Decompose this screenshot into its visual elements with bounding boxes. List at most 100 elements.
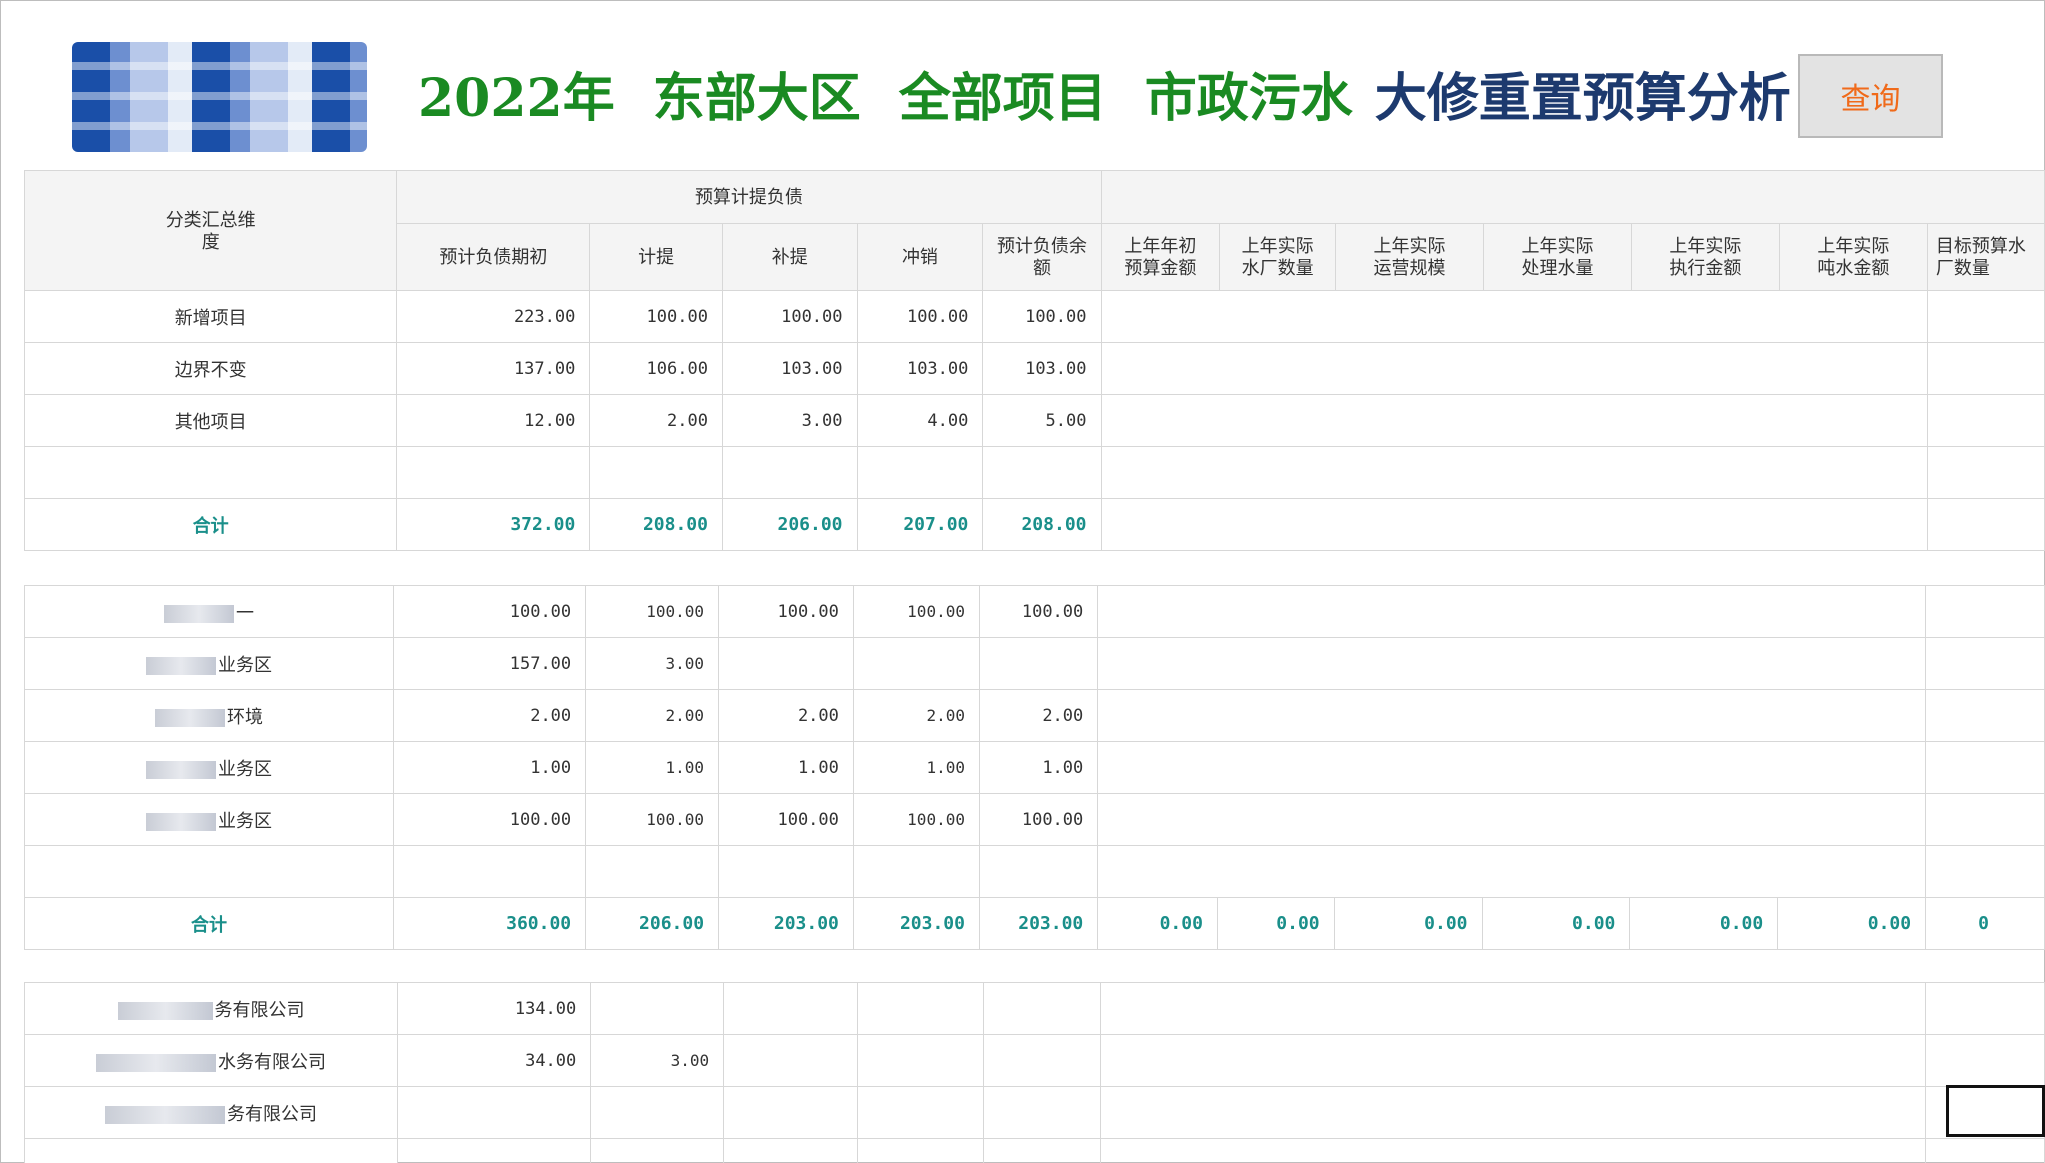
- cell-writeoff[interactable]: 103.00: [856, 342, 984, 395]
- table-row[interactable]: 水务有限公司 34.00 3.00: [24, 1034, 2045, 1087]
- total-writeoff[interactable]: 203.00: [852, 897, 980, 950]
- cell-writeoff[interactable]: [852, 637, 980, 690]
- cell-empty[interactable]: [718, 845, 854, 898]
- cell-empty[interactable]: [392, 845, 587, 898]
- cell-accrual[interactable]: 106.00: [589, 342, 723, 395]
- total-opening[interactable]: 372.00: [396, 498, 591, 551]
- cell-supplement[interactable]: 3.00: [721, 394, 858, 447]
- cell-opening[interactable]: 34.00: [397, 1034, 592, 1087]
- total-extra-2[interactable]: 0.00: [1216, 897, 1335, 950]
- table-row[interactable]: 环境 2.00 2.00 2.00 2.00 2.00: [24, 689, 2045, 742]
- cell-extra[interactable]: [1925, 1034, 2045, 1087]
- cell-supplement[interactable]: 100.00: [721, 290, 858, 343]
- cell-empty[interactable]: [857, 1138, 984, 1163]
- cell-empty[interactable]: [397, 1138, 592, 1163]
- cell-opening[interactable]: [397, 1086, 592, 1139]
- cell-opening[interactable]: 157.00: [392, 637, 587, 690]
- row-label[interactable]: [24, 446, 398, 499]
- cell-extra[interactable]: [1926, 446, 2045, 499]
- cell-balance[interactable]: 103.00: [982, 342, 1102, 395]
- cell-writeoff[interactable]: 100.00: [856, 290, 984, 343]
- cell-accrual[interactable]: [590, 982, 725, 1035]
- table-row-total[interactable]: 合计 360.00 206.00 203.00 203.00 203.00 0.…: [24, 897, 2045, 950]
- cell-extra[interactable]: [1925, 689, 2045, 742]
- table-row-total[interactable]: 合计 372.00 208.00 206.00 207.00 208.00: [24, 498, 2045, 551]
- total-accrual[interactable]: 208.00: [589, 498, 723, 551]
- cell-extra[interactable]: [1097, 637, 1927, 690]
- cell-balance[interactable]: 100.00: [978, 585, 1099, 638]
- total-extra-3[interactable]: 0.00: [1333, 897, 1483, 950]
- total-extra-1[interactable]: 0.00: [1097, 897, 1218, 950]
- total-balance[interactable]: 203.00: [978, 897, 1099, 950]
- cell-supplement[interactable]: [718, 637, 854, 690]
- table-row-empty[interactable]: [24, 446, 2045, 499]
- cell-balance[interactable]: [982, 982, 1102, 1035]
- cell-empty[interactable]: [585, 845, 720, 898]
- cell-supplement[interactable]: 103.00: [721, 342, 858, 395]
- cell-extra[interactable]: [1097, 689, 1927, 742]
- cell-extra[interactable]: [1926, 290, 2045, 343]
- cell-extra[interactable]: [1926, 498, 2045, 551]
- cell-empty[interactable]: [852, 845, 980, 898]
- cell-balance[interactable]: [978, 637, 1099, 690]
- cell-supplement[interactable]: 100.00: [718, 793, 854, 846]
- table-row[interactable]: 其他项目 12.00 2.00 3.00 4.00 5.00: [24, 394, 2045, 447]
- cell-writeoff[interactable]: 2.00: [852, 689, 980, 742]
- cell-supplement[interactable]: 2.00: [718, 689, 854, 742]
- row-label[interactable]: [24, 845, 394, 898]
- cell-supplement[interactable]: 100.00: [718, 585, 854, 638]
- cell-opening[interactable]: 100.00: [392, 585, 587, 638]
- cell-empty[interactable]: [589, 446, 723, 499]
- total-opening[interactable]: 360.00: [392, 897, 587, 950]
- cell-extra[interactable]: [1100, 290, 1928, 343]
- total-supplement[interactable]: 203.00: [718, 897, 854, 950]
- cell-supplement[interactable]: [723, 1086, 859, 1139]
- cell-empty[interactable]: [856, 446, 984, 499]
- cell-extra[interactable]: [1925, 637, 2045, 690]
- cell-opening[interactable]: 100.00: [392, 793, 587, 846]
- table-row[interactable]: 边界不变 137.00 106.00 103.00 103.00 103.00: [24, 342, 2045, 395]
- cell-extra[interactable]: [1925, 741, 2045, 794]
- cell-supplement[interactable]: 1.00: [718, 741, 854, 794]
- cell-extra[interactable]: [1926, 394, 2045, 447]
- query-button[interactable]: 查询: [1798, 54, 1943, 138]
- cell-extra[interactable]: [1100, 342, 1928, 395]
- cell-accrual[interactable]: 100.00: [585, 793, 720, 846]
- total-extra-6[interactable]: 0.00: [1777, 897, 1927, 950]
- cell-writeoff[interactable]: 100.00: [852, 585, 980, 638]
- cell-writeoff[interactable]: 1.00: [852, 741, 980, 794]
- table-row[interactable]: 业务区 100.00 100.00 100.00 100.00 100.00: [24, 793, 2045, 846]
- cell-empty[interactable]: [396, 446, 591, 499]
- selected-cell[interactable]: [1946, 1085, 2045, 1137]
- cell-writeoff[interactable]: 100.00: [852, 793, 980, 846]
- cell-opening[interactable]: 12.00: [396, 394, 591, 447]
- cell-extra[interactable]: [1926, 342, 2045, 395]
- cell-extra[interactable]: [1100, 982, 1927, 1035]
- table-row[interactable]: 新增项目 223.00 100.00 100.00 100.00 100.00: [24, 290, 2045, 343]
- cell-opening[interactable]: 134.00: [397, 982, 592, 1035]
- cell-empty[interactable]: [721, 446, 858, 499]
- cell-accrual[interactable]: 3.00: [590, 1034, 725, 1087]
- total-accrual[interactable]: 206.00: [585, 897, 720, 950]
- table-row[interactable]: 业务区 1.00 1.00 1.00 1.00 1.00: [24, 741, 2045, 794]
- cell-accrual[interactable]: 100.00: [585, 585, 720, 638]
- table-row-partial[interactable]: [24, 1138, 2045, 1163]
- cell-empty[interactable]: [982, 446, 1102, 499]
- cell-extra[interactable]: [1100, 498, 1928, 551]
- cell-writeoff[interactable]: 4.00: [856, 394, 984, 447]
- cell-extra[interactable]: [1925, 793, 2045, 846]
- cell-opening[interactable]: 1.00: [392, 741, 587, 794]
- cell-extra[interactable]: [1925, 845, 2045, 898]
- cell-balance[interactable]: [982, 1086, 1102, 1139]
- table-row-empty[interactable]: [24, 845, 2045, 898]
- total-balance[interactable]: 208.00: [982, 498, 1102, 551]
- cell-empty[interactable]: [982, 1138, 1102, 1163]
- cell-writeoff[interactable]: [857, 982, 984, 1035]
- cell-balance[interactable]: 100.00: [978, 793, 1099, 846]
- cell-extra[interactable]: [1097, 845, 1927, 898]
- cell-writeoff[interactable]: [857, 1034, 984, 1087]
- cell-empty[interactable]: [978, 845, 1099, 898]
- cell-supplement[interactable]: [723, 1034, 859, 1087]
- cell-extra[interactable]: [1925, 585, 2045, 638]
- cell-supplement[interactable]: [723, 982, 859, 1035]
